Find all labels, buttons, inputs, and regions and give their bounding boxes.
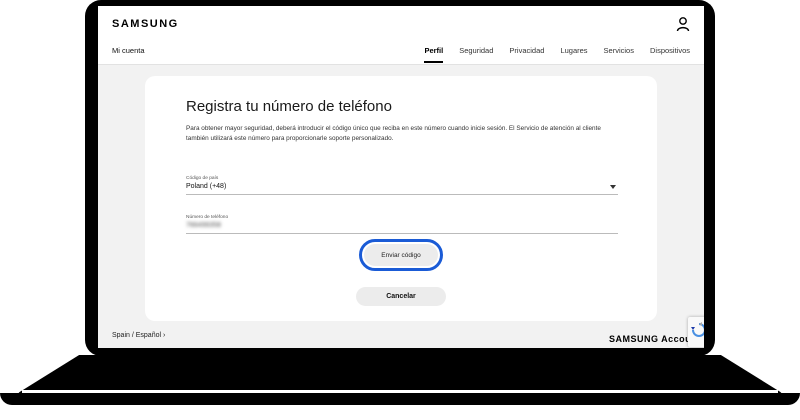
cancel-button[interactable]: Cancelar: [356, 287, 446, 306]
recaptcha-icon: [691, 322, 704, 337]
recaptcha-badge[interactable]: [688, 317, 704, 347]
laptop-keyboard-deck: [18, 355, 782, 393]
tab-dispositivos[interactable]: Dispositivos: [650, 46, 690, 63]
laptop-base: [0, 355, 800, 405]
samsung-logo: SAMSUNG: [112, 18, 179, 30]
footer-brand: SAMSUNG Accoun: [609, 334, 698, 344]
phone-number-value: 766499358: [186, 222, 222, 229]
phone-number-value-wrap: 766499358: [186, 222, 618, 233]
phone-number-field[interactable]: Número de teléfono 766499358: [186, 215, 618, 234]
screen: SAMSUNG Mi cuenta Perfil Seguridad Priva…: [98, 6, 704, 348]
country-code-label: Código de país: [186, 176, 219, 181]
tab-perfil[interactable]: Perfil: [424, 46, 443, 63]
phone-registration-card: Registra tu número de teléfono Para obte…: [145, 76, 657, 321]
page-title: Registra tu número de teléfono: [186, 98, 392, 115]
region-selector[interactable]: Spain / Español ›: [112, 332, 165, 339]
laptop-base-bottom: [0, 393, 800, 405]
tab-servicios[interactable]: Servicios: [604, 46, 634, 63]
tab-privacidad[interactable]: Privacidad: [509, 46, 544, 63]
header: SAMSUNG Mi cuenta Perfil Seguridad Priva…: [98, 6, 704, 65]
chevron-down-icon: [610, 185, 616, 189]
user-icon[interactable]: [676, 16, 690, 32]
account-label: Mi cuenta: [112, 46, 145, 55]
tab-lugares[interactable]: Lugares: [560, 46, 587, 63]
send-code-button[interactable]: Enviar código: [364, 244, 438, 266]
tab-seguridad[interactable]: Seguridad: [459, 46, 493, 63]
description-text: Para obtener mayor seguridad, deberá int…: [186, 125, 601, 142]
country-code-value-wrap: Poland (+48): [186, 183, 618, 194]
phone-number-label: Número de teléfono: [186, 215, 229, 220]
nav-tabs: Perfil Seguridad Privacidad Lugares Serv…: [408, 46, 690, 63]
country-code-select[interactable]: Código de país Poland (+48): [186, 176, 618, 195]
country-code-value: Poland (+48): [186, 183, 227, 190]
